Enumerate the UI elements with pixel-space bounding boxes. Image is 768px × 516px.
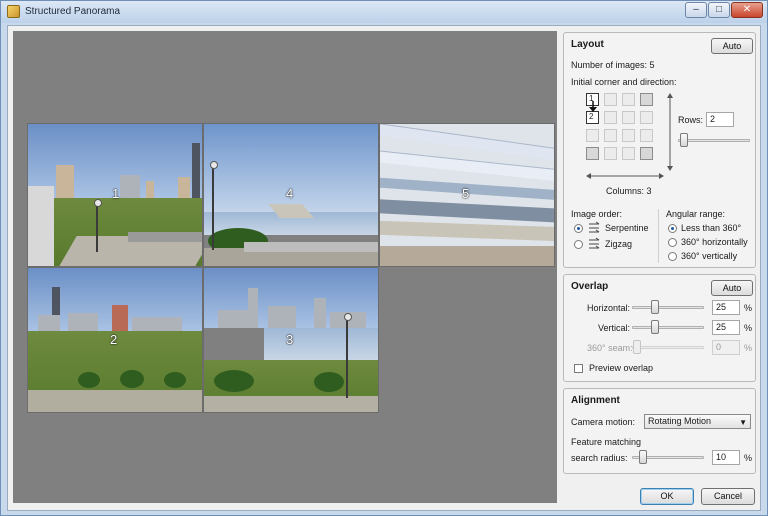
chevron-down-icon: ▼ [739,418,747,427]
title-bar[interactable]: Structured Panorama – □ ✕ [1,1,767,23]
camera-motion-value: Rotating Motion [648,416,712,426]
search-radius-slider-thumb[interactable] [639,450,647,464]
layout-panel: Layout Auto Number of images: 5 Initial … [563,32,756,268]
layout-auto-button[interactable]: Auto [711,38,753,54]
preview-overlap-checkbox[interactable] [574,364,583,373]
horizontal-slider-thumb[interactable] [651,300,659,314]
camera-motion-label: Camera motion: [571,417,636,427]
horizontal-360-label[interactable]: 360° horizontally [681,237,748,247]
rows-slider-thumb[interactable] [680,133,688,147]
columns-count: Columns: 3 [606,186,652,196]
rows-input[interactable]: 2 [706,112,734,127]
dialog-client: 1 4 5 2 3 Layout Auto Number of images: … [7,25,761,511]
image-tile-4[interactable]: 4 [203,123,379,267]
structured-panorama-window: Structured Panorama – □ ✕ 1 4 5 2 3 Layo… [0,0,768,516]
alignment-panel: Alignment Camera motion: Rotating Motion… [563,388,756,474]
image-count: Number of images: 5 [571,60,655,70]
zigzag-radio[interactable] [574,240,583,249]
search-radius-percent: % [744,453,753,463]
serpentine-icon [589,221,600,233]
image-tile-5[interactable]: 5 [379,123,555,267]
grid-number-2: 2 [589,112,594,121]
rows-slider-track[interactable] [678,139,750,142]
grid-cell[interactable] [604,93,617,106]
serpentine-label[interactable]: Serpentine [605,223,649,233]
grid-corner-top-right[interactable] [640,93,653,106]
grid-cell[interactable] [640,111,653,124]
close-button[interactable]: ✕ [731,2,763,18]
image-order-label: Image order: [571,209,623,219]
grid-cell[interactable] [622,111,635,124]
grid-cell[interactable] [604,147,617,160]
grid-cell[interactable] [586,129,599,142]
grid-cell[interactable] [604,129,617,142]
vertical-slider-track[interactable] [632,326,704,329]
grid-cell[interactable] [604,111,617,124]
angular-range-label: Angular range: [666,209,726,219]
zigzag-label[interactable]: Zigzag [605,239,632,249]
tile-number: 4 [286,186,294,201]
vertical-percent: % [744,323,753,333]
ok-button[interactable]: OK [640,488,694,505]
camera-motion-select[interactable]: Rotating Motion ▼ [644,414,751,429]
window-title: Structured Panorama [25,6,121,17]
image-tile-2[interactable]: 2 [27,267,203,413]
grid-corner-bottom-left[interactable] [586,147,599,160]
less-than-360-label[interactable]: Less than 360° [681,223,741,233]
rows-label: Rows: [678,115,704,125]
image-tile-3[interactable]: 3 [203,267,379,413]
app-icon [7,5,20,18]
horizontal-360-radio[interactable] [668,238,677,247]
serpentine-radio[interactable] [574,224,583,233]
layout-title: Layout [571,39,604,50]
seam-label: 360° seam: [587,343,633,353]
minimize-button[interactable]: – [685,2,707,18]
vertical-label: Vertical: [598,323,631,333]
image-tile-1[interactable]: 1 [27,123,203,267]
seam-percent: % [744,343,753,353]
tile-number: 5 [462,186,470,201]
grid-cell[interactable] [622,147,635,160]
grid-cell[interactable] [622,93,635,106]
search-radius-input[interactable]: 10 [712,450,740,465]
feature-matching-label: Feature matching [571,437,642,447]
corner-direction-label: Initial corner and direction: [571,77,677,87]
vertical-360-label[interactable]: 360° vertically [681,251,737,261]
vertical-360-radio[interactable] [668,252,677,261]
tile-number: 2 [110,332,118,347]
panorama-preview[interactable]: 1 4 5 2 3 [13,31,557,503]
cancel-button[interactable]: Cancel [701,488,755,505]
direction-arrow-icon [589,101,597,112]
seam-slider-thumb[interactable] [633,340,641,354]
grid-corner-bottom-right[interactable] [640,147,653,160]
columns-dimension-arrow-icon [586,173,664,179]
tile-number: 3 [286,332,294,347]
seam-slider-track[interactable] [632,346,704,349]
corner-grid[interactable]: 1 2 [586,93,662,169]
grid-cell[interactable] [622,129,635,142]
seam-input[interactable]: 0 [712,340,740,355]
horizontal-input[interactable]: 25 [712,300,740,315]
maximize-button[interactable]: □ [708,2,730,18]
horizontal-slider-track[interactable] [632,306,704,309]
zigzag-icon [589,237,600,249]
grid-cell[interactable] [640,129,653,142]
overlap-panel: Overlap Auto Horizontal: 25 % Vertical: … [563,274,756,382]
horizontal-percent: % [744,303,753,313]
less-than-360-radio[interactable] [668,224,677,233]
overlap-title: Overlap [571,281,609,292]
vertical-input[interactable]: 25 [712,320,740,335]
vertical-slider-thumb[interactable] [651,320,659,334]
tile-number: 1 [112,186,120,201]
horizontal-label: Horizontal: [587,303,631,313]
divider [658,209,659,263]
overlap-auto-button[interactable]: Auto [711,280,753,296]
preview-overlap-label[interactable]: Preview overlap [589,363,653,373]
rows-dimension-arrow-icon [667,93,673,171]
search-radius-label: search radius: [571,453,628,463]
alignment-title: Alignment [571,395,620,406]
